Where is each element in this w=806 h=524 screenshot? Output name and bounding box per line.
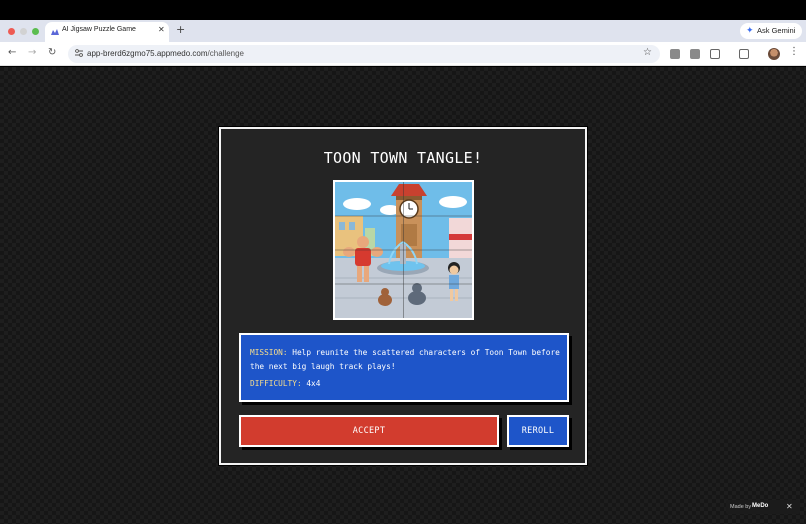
page-background: TOON TOWN TANGLE! MISSION: Help reunite … — [0, 67, 806, 524]
extensions-puzzle-icon[interactable] — [710, 49, 720, 59]
made-by-medo-badge[interactable]: Made by MeDo ✕ — [726, 500, 800, 514]
extension-icon[interactable] — [670, 49, 680, 59]
puzzle-preview-image — [333, 180, 474, 320]
maximize-window-button[interactable] — [32, 28, 39, 35]
medo-logo: MeDo — [752, 503, 769, 509]
url-text: app-brerd6zgmo75.appmedo.com/challenge — [87, 49, 244, 58]
site-settings-icon[interactable] — [74, 48, 84, 58]
puzzle-illustration — [335, 182, 472, 318]
challenge-title: TOON TOWN TANGLE! — [323, 149, 483, 167]
difficulty-label: DIFFICULTY: — [250, 379, 302, 388]
back-button[interactable]: ← — [8, 47, 16, 58]
tab-title: AI Jigsaw Puzzle Game — [62, 26, 136, 33]
difficulty-value: 4x4 — [306, 379, 321, 388]
forward-button[interactable]: → — [28, 47, 36, 58]
url-path: /challenge — [207, 48, 244, 58]
tab-close-icon[interactable]: ✕ — [158, 25, 165, 34]
browser-menu-icon[interactable]: ⋮ — [789, 46, 799, 57]
extension-download-icon[interactable] — [690, 49, 700, 59]
url-host: app-brerd6zgmo75.appmedo.com — [87, 48, 208, 58]
tab-strip: AI Jigsaw Puzzle Game ✕ + ✦ Ask Gemini — [0, 20, 806, 42]
tab-active[interactable]: AI Jigsaw Puzzle Game ✕ — [45, 22, 169, 42]
ask-gemini-button[interactable]: ✦ Ask Gemini — [740, 23, 802, 39]
gemini-sparkle-icon: ✦ — [746, 25, 754, 35]
mission-label: MISSION: — [250, 348, 288, 357]
medo-favicon-icon — [51, 29, 59, 35]
challenge-modal: TOON TOWN TANGLE! MISSION: Help reunite … — [219, 127, 587, 465]
new-tab-button[interactable]: + — [176, 23, 185, 36]
profile-avatar[interactable] — [768, 48, 780, 60]
reroll-button[interactable]: REROLL — [507, 415, 569, 447]
address-bar[interactable]: app-brerd6zgmo75.appmedo.com/challenge ☆ — [68, 45, 660, 63]
difficulty-line: DIFFICULTY: 4x4 — [250, 379, 320, 388]
accept-button[interactable]: ACCEPT — [239, 415, 499, 447]
badge-close-icon[interactable]: ✕ — [786, 502, 793, 511]
screen-top-bar — [0, 0, 806, 20]
close-window-button[interactable] — [8, 28, 15, 35]
bookmark-star-icon[interactable]: ☆ — [643, 47, 652, 58]
ask-gemini-label: Ask Gemini — [757, 26, 796, 35]
reload-button[interactable]: ↻ — [48, 47, 56, 58]
browser-toolbar: ← → ↻ app-brerd6zgmo75.appmedo.com/chall… — [0, 42, 806, 66]
mission-panel: MISSION: Help reunite the scattered char… — [239, 333, 569, 402]
mission-description: MISSION: Help reunite the scattered char… — [250, 346, 562, 374]
made-by-label: Made by — [730, 504, 752, 510]
minimize-window-button[interactable] — [20, 28, 27, 35]
mission-text: Help reunite the scattered characters of… — [250, 348, 560, 371]
tab-search-icon[interactable] — [739, 49, 749, 59]
